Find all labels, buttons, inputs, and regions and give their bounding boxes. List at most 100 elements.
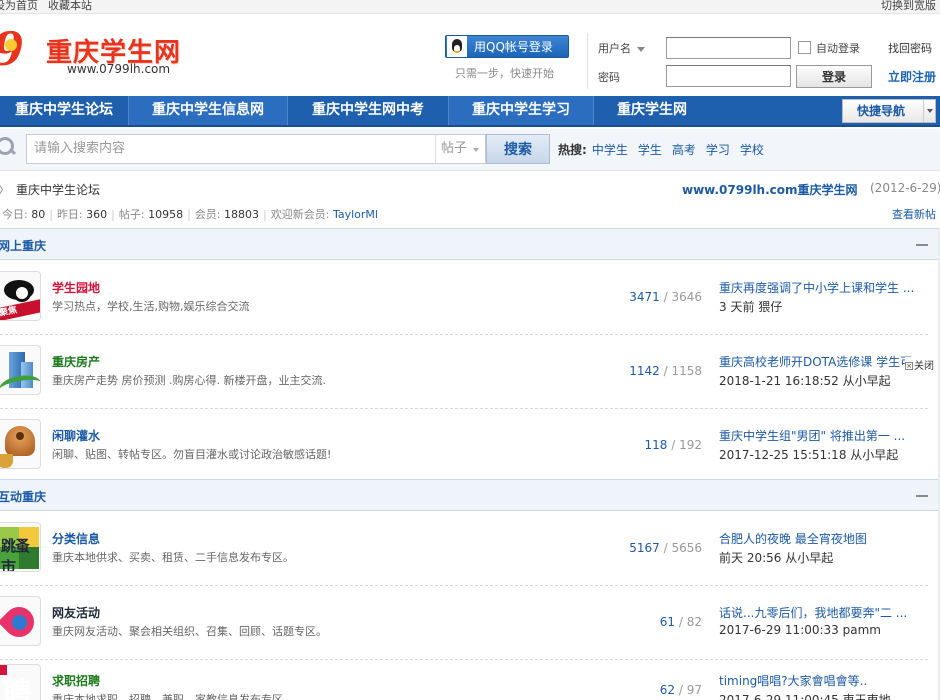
last-post-meta: 2017-6-29 11:00:33 pamm [719,623,881,637]
switch-wide-link[interactable]: 切换到宽版 [881,0,936,13]
breadcrumb-current[interactable]: 重庆中学生论坛 [16,183,100,197]
yesterday-count: 360 [86,208,108,221]
eye-poster-icon[interactable]: 聚焦 [0,271,41,321]
nav-item-zhongkao[interactable]: 重庆中学生网中考 [288,96,448,125]
hot-search: 热搜: 中学生 学生 高考 学习 学校 [558,141,774,158]
last-post-link[interactable]: 重庆中学生组"男团" 将推出第一 ... [719,427,905,444]
hot-tag[interactable]: 学校 [740,143,764,157]
last-post-link[interactable]: timing唱唱?大家會唱會等.. [719,672,867,689]
quick-nav-button[interactable]: 快捷导航 [842,99,936,123]
view-new-posts-link[interactable]: 查看新帖 [892,206,936,222]
bookmark-link[interactable]: 收藏本站 [48,0,92,12]
top-bar: 设为首页收藏本站 切换到宽版 [0,0,940,14]
auto-login-label: 自动登录 [816,42,860,55]
hot-tag[interactable]: 学生 [638,143,662,157]
forum-row: 跳蚤市 分类信息 重庆本地供求、买卖、租赁、二手信息发布专区。 5167 / 5… [0,513,928,586]
site-logo[interactable]: 9 重庆学生网 www.0799lh.com [0,26,202,80]
forum-title[interactable]: 重庆房产 [52,353,100,370]
category-header: 网上重庆 [0,228,940,260]
job-icon[interactable]: 聘 [0,664,41,700]
last-post-meta: 3 天前 猥仔 [719,300,783,314]
classified-icon[interactable]: 跳蚤市 [0,522,41,572]
last-post-link[interactable]: 重庆再度强调了中小学上课和学生 ... [719,279,914,296]
find-password-link[interactable]: 找回密码 [888,40,932,56]
forum-desc: 学习热点，学校,生活,购物,娱乐综合交流 [52,300,250,313]
site-brand-link[interactable]: www.0799lh.com重庆学生网 [682,181,858,198]
nav-item-study[interactable]: 重庆中学生学习 [449,96,593,125]
username-type-select[interactable]: 用户名 [598,40,645,56]
chevron-down-icon [637,46,645,52]
member-count: 18803 [224,208,260,221]
hot-tag[interactable]: 学习 [706,143,730,157]
nav-item-info[interactable]: 重庆中学生信息网 [129,96,287,125]
forum-title[interactable]: 网友活动 [52,604,100,621]
cake-tea-icon[interactable] [0,419,41,469]
forum-counts: 61 / 82 [659,615,702,629]
search-type-select[interactable]: 帖子 [435,134,486,164]
category-title[interactable]: 互动重庆 [0,488,46,505]
category-title[interactable]: 网上重庆 [0,237,46,254]
forum-title[interactable]: 学生园地 [52,279,100,296]
forum-counts: 1142 / 1158 [629,364,702,378]
forum-desc: 重庆房产走势 房价预测 .购房心得. 新楼开盘，业主交流. [52,374,326,387]
forum-desc: 重庆本地求职、招聘、兼职、家教信息发布专区。 [52,693,294,700]
float-close-button[interactable]: × 关闭 [905,357,934,372]
logo-url: www.0799lh.com [67,62,171,76]
forum-counts: 3471 / 3646 [629,290,702,304]
auto-login-checkbox[interactable] [798,41,811,54]
new-member-link[interactable]: TaylorMl [333,208,378,221]
forum-desc: 重庆本地供求、买卖、租赁、二手信息发布专区。 [52,551,294,564]
search-icon [0,135,16,157]
forum-desc: 重庆网友活动、聚会相关组织、召集、回顾、话题专区。 [52,625,327,638]
last-post-link[interactable]: 话说...九零后们，我地都要奔"二 ... [719,604,907,621]
forum-row: 网友活动 重庆网友活动、聚会相关组织、召集、回顾、话题专区。 61 / 82 话… [0,587,928,660]
password-input[interactable] [666,65,791,87]
post-count: 10958 [148,208,184,221]
register-link[interactable]: 立即注册 [888,68,936,85]
qq-login-subtext: 只需一步，快速开始 [455,67,554,80]
qq-penguin-icon [447,36,467,57]
forum-title[interactable]: 求职招聘 [52,672,100,689]
friends-logo-icon[interactable] [0,596,41,646]
breadcrumb-arrow-icon: 〉 [0,183,10,197]
breadcrumb: 〉重庆中学生论坛 [0,181,100,198]
password-label: 密码 [598,71,620,84]
forum-counts: 5167 / 5656 [629,541,702,555]
login-button[interactable]: 登录 [796,65,872,88]
collapse-icon[interactable] [916,244,928,246]
forum-counts: 118 / 192 [644,438,703,452]
header-divider [587,33,588,89]
last-post-meta: 2017-12-25 15:51:18 从小早起 [719,448,899,462]
last-post-link[interactable]: 合肥人的夜晚 最全宵夜地图 [719,530,867,547]
forum-stats: 今日: 80 | 昨日: 360 | 帖子: 10958 | 会员: 18803 | 欢迎新会员… [2,208,378,221]
nav-item-student-net[interactable]: 重庆学生网 [594,96,710,125]
forum-row: 重庆房产 重庆房产走势 房价预测 .购房心得. 新楼开盘，业主交流. 1142 … [0,336,928,409]
category-header: 互动重庆 [0,479,940,511]
close-icon: × [905,362,913,370]
last-post-link[interactable]: 重庆高校老师开DOTA选修课 学生可 ... [719,353,927,370]
chevron-down-icon [923,100,935,122]
main-nav: 重庆中学生论坛 重庆中学生信息网 重庆中学生网中考 重庆中学生学习 重庆学生网 [0,96,940,127]
username-input[interactable] [666,37,791,59]
forum-title[interactable]: 闲聊灌水 [52,427,100,444]
today-count: 80 [31,208,46,221]
last-post-meta: 2018-1-21 16:18:52 从小早起 [719,374,891,388]
forum-row: 闲聊灌水 闲聊、贴图、转帖专区。勿盲目灌水或讨论政治敏感话题! 118 / 19… [0,410,928,483]
forum-title[interactable]: 分类信息 [52,530,100,547]
building-icon[interactable] [0,345,41,395]
hot-tag[interactable]: 中学生 [592,143,628,157]
set-homepage-link[interactable]: 设为首页 [0,0,38,12]
site-date: (2012-6-29) [870,181,940,195]
last-post-meta: 2017-6-29 11:00:45 東王東地 [719,693,891,700]
forum-row: 聘 求职招聘 重庆本地求职、招聘、兼职、家教信息发布专区。 62 / 97 ti… [0,655,928,700]
nav-item-forum[interactable]: 重庆中学生论坛 [0,96,128,125]
hot-tag[interactable]: 高考 [672,143,696,157]
qq-login-button[interactable]: 用QQ帐号登录 [445,35,569,58]
last-post-meta: 前天 20:56 从小早起 [719,551,834,565]
search-button[interactable]: 搜索 [486,134,550,164]
hot-search-label: 热搜: [558,143,587,157]
forum-row: 聚焦 学生园地 学习热点，学校,生活,购物,娱乐综合交流 3471 / 3646… [0,262,928,335]
search-input[interactable]: 请输入搜索内容 [26,134,436,164]
chevron-down-icon [473,148,479,152]
collapse-icon[interactable] [916,495,928,497]
